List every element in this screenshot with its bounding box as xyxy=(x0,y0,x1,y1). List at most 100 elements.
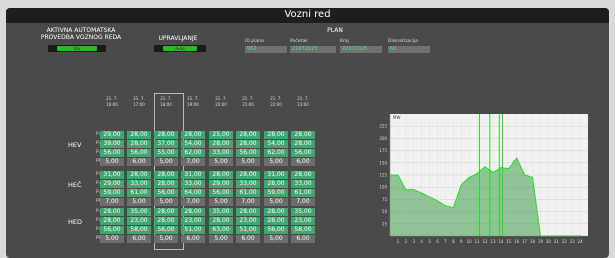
table-cell[interactable]: 62,00 xyxy=(264,149,288,157)
table-cell[interactable]: 35,00 xyxy=(127,208,151,216)
table-cell[interactable]: 31,00 xyxy=(100,171,124,179)
table-cell[interactable]: 56,00 xyxy=(209,189,233,197)
table-cell[interactable]: 5,00 xyxy=(127,198,151,206)
table-cell[interactable]: 5,00 xyxy=(154,235,178,243)
table-cell[interactable]: 35,00 xyxy=(291,208,315,216)
table-cell[interactable]: 63,00 xyxy=(209,226,233,234)
table-cell[interactable]: 56,00 xyxy=(154,226,178,234)
table-cell[interactable]: 28,00 xyxy=(154,171,178,179)
table-cell[interactable]: 28,00 xyxy=(154,208,178,216)
table-cell[interactable]: 56,00 xyxy=(291,149,315,157)
manage-state: Auto xyxy=(163,46,197,51)
table-cell[interactable]: 28,00 xyxy=(291,140,315,148)
table-cell[interactable]: 5,00 xyxy=(100,158,124,166)
table-cell[interactable]: 37,00 xyxy=(154,140,178,148)
table-cell[interactable]: 29,00 xyxy=(100,180,124,188)
table-cell[interactable]: 33,00 xyxy=(236,180,260,188)
table-cell[interactable]: 61,00 xyxy=(236,189,260,197)
table-cell[interactable]: 33,00 xyxy=(291,180,315,188)
table-cell[interactable]: 28,00 xyxy=(100,217,124,225)
table-cell[interactable]: 7,00 xyxy=(291,198,315,206)
table-cell[interactable]: 6,00 xyxy=(181,235,205,243)
table-cell[interactable]: 58,00 xyxy=(291,226,315,234)
table-cell[interactable]: 33,00 xyxy=(127,180,151,188)
table-cell[interactable]: 5,00 xyxy=(264,158,288,166)
table-cell[interactable]: 61,00 xyxy=(127,189,151,197)
table-cell[interactable]: 5,00 xyxy=(264,235,288,243)
table-cell[interactable]: 28,00 xyxy=(181,208,205,216)
table-cell[interactable]: 29,00 xyxy=(100,131,124,139)
table-cell[interactable]: 28,00 xyxy=(127,171,151,179)
table-cell[interactable]: 6,00 xyxy=(127,158,151,166)
table-cell[interactable]: 55,00 xyxy=(154,149,178,157)
table-cell[interactable]: 28,00 xyxy=(291,171,315,179)
table-cell[interactable]: 29,00 xyxy=(209,180,233,188)
table-cell[interactable]: 6,00 xyxy=(291,235,315,243)
table-cell[interactable]: 28,00 xyxy=(264,180,288,188)
table-cell[interactable]: 5,00 xyxy=(209,235,233,243)
table-cell[interactable]: 5,00 xyxy=(264,198,288,206)
table-cell[interactable]: 28,00 xyxy=(181,131,205,139)
table-cell[interactable]: 28,00 xyxy=(127,140,151,148)
table-cell[interactable]: 56,00 xyxy=(264,226,288,234)
table-cell[interactable]: 6,00 xyxy=(236,235,260,243)
table-cell[interactable]: 56,00 xyxy=(127,149,151,157)
table-cell[interactable]: 28,00 xyxy=(154,180,178,188)
table-cell[interactable]: 56,00 xyxy=(154,189,178,197)
table-cell[interactable]: 54,00 xyxy=(181,140,205,148)
table-cell[interactable]: 28,00 xyxy=(264,208,288,216)
table-cell[interactable]: 33,00 xyxy=(209,149,233,157)
table-cell[interactable]: 28,00 xyxy=(100,208,124,216)
table-cell[interactable]: 28,00 xyxy=(209,140,233,148)
table-cell[interactable]: 39,00 xyxy=(100,140,124,148)
table-cell[interactable]: 5,00 xyxy=(236,158,260,166)
plan-field-label: Kraj xyxy=(340,39,349,44)
table-cell[interactable]: 56,00 xyxy=(100,149,124,157)
table-cell[interactable]: 23,00 xyxy=(291,217,315,225)
table-cell[interactable]: 28,00 xyxy=(264,217,288,225)
table-cell[interactable]: 59,00 xyxy=(100,189,124,197)
table-cell[interactable]: 58,00 xyxy=(127,226,151,234)
table-cell[interactable]: 23,00 xyxy=(127,217,151,225)
table-cell[interactable]: 28,00 xyxy=(236,171,260,179)
table-cell[interactable]: 7,00 xyxy=(100,198,124,206)
table-cell[interactable]: 28,00 xyxy=(154,217,178,225)
table-cell[interactable]: 31,00 xyxy=(264,171,288,179)
table-cell[interactable]: 7,00 xyxy=(181,198,205,206)
table-cell[interactable]: 62,00 xyxy=(181,149,205,157)
table-cell[interactable]: 59,00 xyxy=(264,189,288,197)
table-cell[interactable]: 23,00 xyxy=(181,217,205,225)
table-cell[interactable]: 5,00 xyxy=(209,198,233,206)
table-cell[interactable]: 28,00 xyxy=(236,208,260,216)
table-cell[interactable]: 28,00 xyxy=(209,171,233,179)
table-cell[interactable]: 28,00 xyxy=(236,140,260,148)
table-cell[interactable]: 64,00 xyxy=(181,189,205,197)
table-cell[interactable]: 31,00 xyxy=(181,171,205,179)
table-cell[interactable]: 28,00 xyxy=(291,131,315,139)
table-cell[interactable]: 56,00 xyxy=(100,226,124,234)
table-cell[interactable]: 28,00 xyxy=(236,131,260,139)
table-cell[interactable]: 28,00 xyxy=(127,131,151,139)
manage-toggle[interactable]: Auto xyxy=(154,45,206,52)
table-cell[interactable]: 5,00 xyxy=(154,198,178,206)
table-cell[interactable]: 28,00 xyxy=(264,131,288,139)
table-cell[interactable]: 56,00 xyxy=(236,149,260,157)
table-cell[interactable]: 51,00 xyxy=(181,226,205,234)
table-cell[interactable]: 6,00 xyxy=(291,158,315,166)
table-cell[interactable]: 5,00 xyxy=(154,158,178,166)
table-cell[interactable]: 5,00 xyxy=(100,235,124,243)
table-cell[interactable]: 5,00 xyxy=(209,158,233,166)
table-cell[interactable]: 33,00 xyxy=(181,180,205,188)
table-cell[interactable]: 51,00 xyxy=(236,226,260,234)
table-cell[interactable]: 7,00 xyxy=(181,158,205,166)
table-cell[interactable]: 6,00 xyxy=(127,235,151,243)
table-cell[interactable]: 35,00 xyxy=(209,208,233,216)
table-cell[interactable]: 28,00 xyxy=(154,131,178,139)
table-cell[interactable]: 7,00 xyxy=(236,198,260,206)
table-cell[interactable]: 23,00 xyxy=(236,217,260,225)
table-cell[interactable]: 25,00 xyxy=(209,131,233,139)
auto-schedule-toggle[interactable]: Da xyxy=(48,45,106,52)
table-cell[interactable]: 28,00 xyxy=(209,217,233,225)
table-cell[interactable]: 54,00 xyxy=(264,140,288,148)
table-cell[interactable]: 61,00 xyxy=(291,189,315,197)
